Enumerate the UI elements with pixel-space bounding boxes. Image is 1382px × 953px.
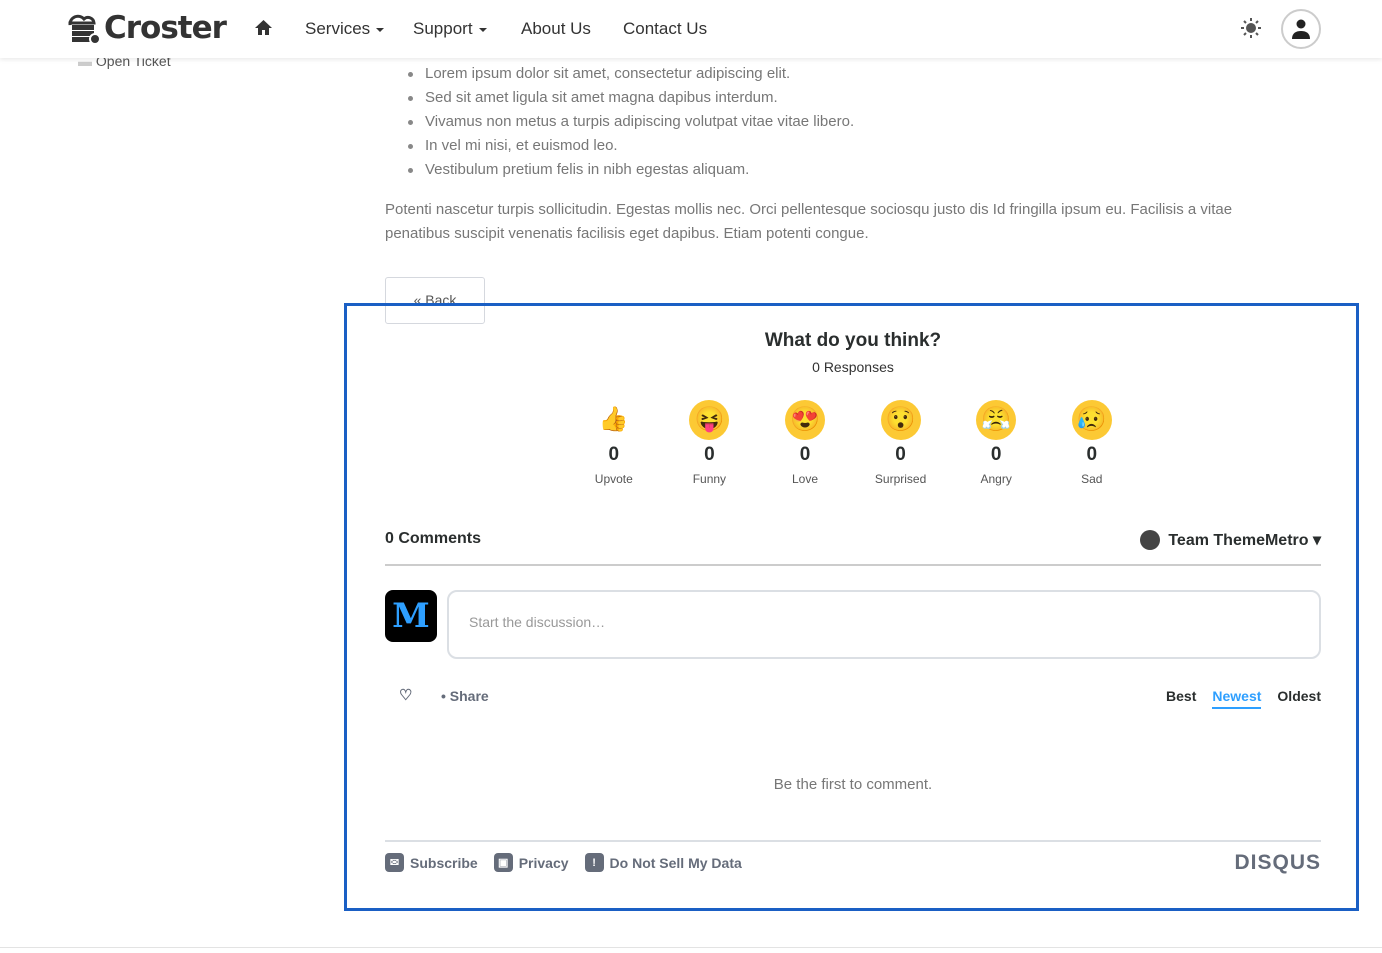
reaction-count: 0 [1086, 444, 1098, 465]
angry-emoji-icon: 😤 [976, 400, 1017, 440]
disqus-logo[interactable]: DISQUS [1234, 851, 1321, 875]
bullet-list: Lorem ipsum dolor sit amet, consectetur … [385, 63, 854, 183]
privacy-link[interactable]: ▣ Privacy [493, 853, 569, 872]
list-item: Vestibulum pretium felis in nibh egestas… [385, 159, 854, 183]
sort-best[interactable]: Best [1166, 688, 1196, 709]
reaction-label: Upvote [594, 472, 633, 486]
reaction-count: 0 [799, 444, 811, 465]
comments-header: 0 Comments Team ThemeMetro ▾ [385, 530, 1321, 566]
top-navbar: Croster Services Support About Us Contac… [0, 0, 1382, 58]
envelope-icon: ✉ [385, 853, 404, 872]
sad-emoji-icon: 😥 [1071, 400, 1112, 440]
reaction-label: Angry [980, 472, 1012, 486]
reaction-surprised[interactable]: 😯 0 Surprised [853, 400, 949, 486]
reaction-love[interactable]: 😍 0 Love [757, 400, 853, 486]
avatar: M [385, 590, 437, 642]
responses-count: 0 Responses [812, 359, 894, 375]
cloud-server-icon [68, 14, 101, 45]
list-item: Vivamus non metus a turpis adipiscing vo… [385, 111, 854, 135]
reaction-question: What do you think? [764, 330, 942, 351]
reaction-count: 0 [990, 444, 1002, 465]
comment-input[interactable]: Start the discussion… [447, 590, 1321, 659]
user-menu[interactable]: Team ThemeMetro ▾ [1140, 530, 1321, 550]
list-item: In vel mi nisi, et euismod leo. [385, 135, 854, 159]
empty-message: Be the first to comment. [773, 776, 933, 793]
reaction-label: Sad [1081, 472, 1103, 486]
reactions: 👍 0 Upvote 😝 0 Funny 😍 0 Love 😯 0 Surprised 😤 0 Angry 😥… [566, 400, 1140, 486]
sort-newest[interactable]: Newest [1212, 688, 1262, 709]
reaction-funny[interactable]: 😝 0 Funny [662, 400, 758, 486]
funny-emoji-icon: 😝 [689, 400, 730, 440]
love-emoji-icon: 😍 [784, 400, 825, 440]
heart-icon[interactable]: ♡ [399, 686, 412, 704]
reaction-sad[interactable]: 😥 0 Sad [1044, 400, 1140, 486]
nav-about[interactable]: About Us [521, 19, 591, 39]
comments-count: 0 Comments [385, 530, 482, 547]
theme-toggle-icon[interactable] [1240, 17, 1262, 39]
reaction-count: 0 [608, 444, 620, 465]
exclamation-icon: ! [584, 853, 604, 872]
list-item: Sed sit amet ligula sit amet magna dapib… [385, 87, 854, 111]
reaction-label: Surprised [874, 472, 927, 486]
reaction-angry[interactable]: 😤 0 Angry [948, 400, 1044, 486]
reaction-label: Love [791, 472, 818, 486]
body-paragraph: Potenti nascetur turpis sollicitudin. Eg… [385, 201, 1233, 242]
list-item: Lorem ipsum dolor sit amet, consectetur … [385, 63, 854, 87]
nav-support[interactable]: Support [413, 19, 487, 39]
upvote-emoji-icon: 👍 [598, 406, 629, 433]
reaction-upvote[interactable]: 👍 0 Upvote [566, 400, 662, 486]
do-not-sell-link[interactable]: ! Do Not Sell My Data [584, 853, 742, 872]
brand-name: Croster [104, 10, 227, 46]
lock-icon: ▣ [493, 853, 513, 872]
reaction-label: Funny [692, 472, 727, 486]
footer-divider [0, 947, 1382, 948]
reaction-count: 0 [704, 444, 715, 465]
user-account-button[interactable] [1281, 9, 1321, 49]
subscribe-link[interactable]: ✉ Subscribe [385, 853, 478, 872]
reaction-count: 0 [895, 444, 906, 465]
home-icon[interactable] [254, 19, 273, 36]
disqus-footer: ✉ Subscribe ▣ Privacy ! Do Not Sell My Data… [385, 840, 1321, 875]
notification-bubble-icon [1140, 530, 1161, 550]
nav-contact[interactable]: Contact Us [623, 19, 707, 39]
share-button[interactable]: • Share [441, 688, 489, 704]
user-icon [1292, 19, 1310, 39]
disqus-widget: What do you think? 0 Responses 👍 0 Upvote 😝… [385, 330, 1321, 874]
sort-oldest[interactable]: Oldest [1277, 688, 1321, 709]
logo[interactable]: Croster [64, 10, 227, 46]
nav-services[interactable]: Services [305, 19, 385, 39]
surprised-emoji-icon: 😯 [880, 400, 921, 440]
